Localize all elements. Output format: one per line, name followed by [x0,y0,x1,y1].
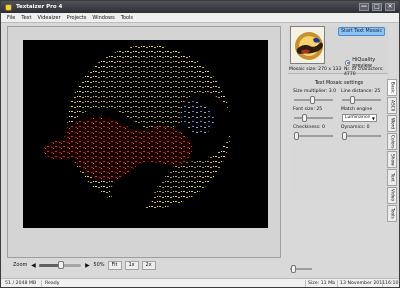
match-engine-select[interactable]: Luminance ▼ [342,114,377,122]
mosaic-image [43,45,232,212]
tab-show[interactable]: Show [387,151,397,168]
window-controls: — □ ✕ [359,3,395,11]
font-size-thumb[interactable] [302,114,307,122]
tab-colors[interactable]: Colors [387,133,397,150]
zoom-bar: Zoom ◀ ▶ 50% Fit 1x 2x [13,259,156,271]
zoom-left-arrow[interactable]: ◀ [30,261,36,270]
font-size-label: Font size: 25 [293,107,323,112]
opacity-slider[interactable] [290,265,312,273]
menu-windows[interactable]: Windows [92,13,114,23]
dynamics-label: Dynamics: 0 [341,125,370,130]
tab-basic[interactable]: Basic [387,79,397,96]
zoom-value: 50% [93,262,105,268]
memory-status: 51 / 2048 MB [5,281,37,286]
size-status: Size: 11 Mb [308,281,336,286]
chevron-down-icon: ▼ [371,116,375,121]
checkiness-thumb[interactable] [294,132,299,140]
opacity-slider-thumb[interactable] [291,265,296,273]
status-separator [337,280,338,287]
character-count-text: Nr. of characters: 4770 [344,67,384,77]
line-distance-thumb[interactable] [350,96,355,104]
status-separator [382,280,383,287]
fit-button[interactable]: Fit [107,260,122,270]
zoom-right-arrow[interactable]: ▶ [84,261,90,270]
ready-status: Ready [45,281,60,286]
menu-file[interactable]: File [7,13,15,23]
line-distance-slider[interactable] [342,96,381,104]
dynamics-thumb[interactable] [342,132,347,140]
font-size-slider[interactable] [294,114,333,122]
time-status: 16:10 [385,281,399,286]
match-engine-value: Luminance [345,115,371,120]
hiquality-radio[interactable] [345,60,351,66]
size-multiplier-label: Size multiplier: 3.0 [293,89,337,94]
menu-bar: File Text Videaizer Projects Windows Too… [1,13,399,23]
mosaic-canvas[interactable] [23,40,268,228]
status-bar: 51 / 2048 MB Ready Size: 11 Mb 13 Novemb… [1,278,399,287]
tab-video[interactable]: Video [387,187,397,204]
start-text-mosaic-button[interactable]: Start Text Mosaic [338,27,385,36]
dynamics-slider[interactable] [342,132,381,140]
tab-text[interactable]: Text [387,169,397,186]
zoom-slider-thumb[interactable] [58,260,65,269]
mosaic-view-panel [7,26,281,258]
status-separator [305,280,306,287]
app-window: Textaizer Pro 4 — □ ✕ File Text Videaize… [0,0,400,288]
zoom-1x-button[interactable]: 1x [124,260,139,270]
maximize-button[interactable]: □ [372,3,382,11]
date-status: 13 November 2011 [340,281,386,286]
window-title: Textaizer Pro 4 [16,4,63,10]
zoom-2x-button[interactable]: 2x [141,260,156,270]
right-tab-strip: Basic ASCII Word Colors Show Text Video … [387,79,397,259]
menu-text[interactable]: Text [21,13,31,23]
title-bar: Textaizer Pro 4 — □ ✕ [1,1,399,13]
size-multiplier-thumb[interactable] [310,96,315,104]
thumbnail-image [291,27,324,63]
menu-projects[interactable]: Projects [67,13,87,23]
minimize-button[interactable]: — [359,3,369,11]
checkiness-slider[interactable] [294,132,333,140]
tab-ascii[interactable]: ASCII [387,97,397,114]
status-separator [41,280,42,287]
mosaic-size-text: Mosaic size: 270 x 133 [289,67,342,72]
zoom-label: Zoom [13,262,28,268]
close-button[interactable]: ✕ [385,3,395,11]
line-distance-label: Line distance: 25 [341,89,381,94]
menu-tools[interactable]: Tools [121,13,133,23]
text-mosaic-settings-panel: Text Mosaic settings Size multiplier: 3.… [290,81,388,199]
checkiness-label: Checkiness: 0 [293,125,325,130]
zoom-slider[interactable] [39,260,82,269]
menu-videaizer[interactable]: Videaizer [38,13,61,23]
tab-tools[interactable]: Tools [387,205,397,222]
preview-panel: Start Text Mosaic HiQuality preview Mosa… [288,26,388,77]
match-engine-label: Match engine [341,107,373,112]
settings-title: Text Mosaic settings [314,81,364,86]
size-multiplier-slider[interactable] [294,96,333,104]
preview-thumbnail[interactable] [290,26,325,64]
tab-word[interactable]: Word [387,115,397,132]
app-icon [5,4,12,11]
